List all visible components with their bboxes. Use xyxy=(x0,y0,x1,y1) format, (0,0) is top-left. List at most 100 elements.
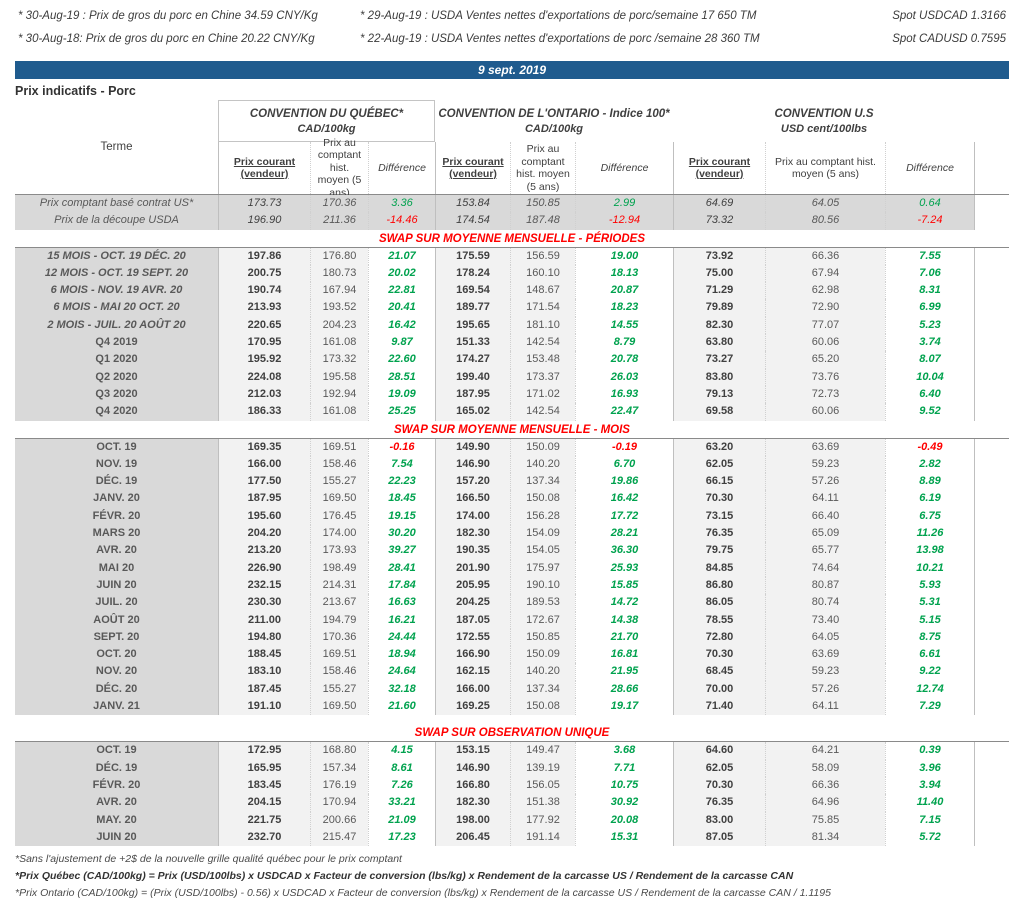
price-cell: 191.14 xyxy=(510,829,575,846)
us-convention-unit: USD cent/100lbs xyxy=(673,122,975,137)
price-cell: 80.87 xyxy=(765,577,885,594)
term-cell: SEPT. 20 xyxy=(15,629,218,646)
difference-cell: 16.81 xyxy=(575,646,673,663)
price-cell: 154.09 xyxy=(510,525,575,542)
difference-cell: 20.78 xyxy=(575,351,673,368)
price-cell: 186.33 xyxy=(218,403,310,420)
difference-cell: 9.22 xyxy=(885,663,975,680)
term-cell: Q4 2019 xyxy=(15,334,218,351)
price-cell: 204.20 xyxy=(218,525,310,542)
price-cell: 63.69 xyxy=(765,439,885,456)
term-cell: JANV. 21 xyxy=(15,698,218,715)
price-cell: 189.77 xyxy=(435,299,510,316)
price-cell: 172.95 xyxy=(218,742,310,759)
price-cell: 64.96 xyxy=(765,794,885,811)
price-cell: 157.20 xyxy=(435,473,510,490)
difference-cell: -0.16 xyxy=(368,439,435,456)
price-cell: 63.69 xyxy=(765,646,885,663)
price-cell: 66.40 xyxy=(765,508,885,525)
term-cell: NOV. 19 xyxy=(15,456,218,473)
price-cell: 200.75 xyxy=(218,265,310,282)
price-cell: 170.36 xyxy=(310,195,368,212)
difference-cell: 11.26 xyxy=(885,525,975,542)
section-rows-grid: OCT. 19172.95168.804.15153.15149.473.686… xyxy=(15,742,1009,846)
difference-cell: 39.27 xyxy=(368,542,435,559)
price-cell: 158.46 xyxy=(310,663,368,680)
price-cell: 226.90 xyxy=(218,560,310,577)
difference-cell: 18.23 xyxy=(575,299,673,316)
price-cell: 169.51 xyxy=(310,439,368,456)
difference-cell: -12.94 xyxy=(575,212,673,229)
quebec-difference-header: Différence xyxy=(368,142,435,194)
section-title: SWAP SUR MOYENNE MENSUELLE - PÉRIODES xyxy=(15,230,1009,248)
price-cell: 60.06 xyxy=(765,403,885,420)
difference-cell: 28.21 xyxy=(575,525,673,542)
difference-cell: 6.19 xyxy=(885,490,975,507)
ontario-current-price-header: Prix courant (vendeur) xyxy=(435,142,510,194)
term-cell: MAY. 20 xyxy=(15,812,218,829)
difference-cell: 25.25 xyxy=(368,403,435,420)
difference-cell: 19.86 xyxy=(575,473,673,490)
price-cell: 171.54 xyxy=(510,299,575,316)
price-cell: 180.73 xyxy=(310,265,368,282)
difference-cell: 16.42 xyxy=(368,317,435,334)
price-cell: 173.32 xyxy=(310,351,368,368)
price-cell: 206.45 xyxy=(435,829,510,846)
price-cell: 195.65 xyxy=(435,317,510,334)
price-cell: 149.90 xyxy=(435,439,510,456)
price-cell: 70.30 xyxy=(673,490,765,507)
price-cell: 73.40 xyxy=(765,612,885,629)
term-cell: JANV. 20 xyxy=(15,490,218,507)
price-cell: 71.29 xyxy=(673,282,765,299)
difference-cell: 17.72 xyxy=(575,508,673,525)
price-cell: 170.94 xyxy=(310,794,368,811)
price-cell: 73.76 xyxy=(765,369,885,386)
price-cell: 173.37 xyxy=(510,369,575,386)
price-cell: 204.15 xyxy=(218,794,310,811)
price-cell: 73.92 xyxy=(673,248,765,265)
price-cell: 190.74 xyxy=(218,282,310,299)
price-cell: 142.54 xyxy=(510,403,575,420)
price-cell: 73.27 xyxy=(673,351,765,368)
price-cell: 74.64 xyxy=(765,560,885,577)
term-column-header: Terme xyxy=(15,100,218,194)
price-cell: 183.10 xyxy=(218,663,310,680)
price-cell: 150.09 xyxy=(510,439,575,456)
price-cell: 78.55 xyxy=(673,612,765,629)
price-cell: 194.80 xyxy=(218,629,310,646)
price-cell: 190.10 xyxy=(510,577,575,594)
section-gap xyxy=(0,715,1024,724)
spot-cadusd: Spot CADUSD 0.7595 xyxy=(856,31,1006,47)
price-cell: 224.08 xyxy=(218,369,310,386)
price-cell: 176.19 xyxy=(310,777,368,794)
price-cell: 155.27 xyxy=(310,681,368,698)
difference-cell: 33.21 xyxy=(368,794,435,811)
price-cell: 169.50 xyxy=(310,490,368,507)
price-cell: 204.23 xyxy=(310,317,368,334)
footnote-quebec-formula: *Prix Québec (CAD/100kg) = Prix (USD/100… xyxy=(15,868,1009,885)
price-cell: 84.85 xyxy=(673,560,765,577)
price-cell: 81.34 xyxy=(765,829,885,846)
price-cell: 73.15 xyxy=(673,508,765,525)
difference-cell: 5.93 xyxy=(885,577,975,594)
price-cell: 170.95 xyxy=(218,334,310,351)
price-cell: 158.46 xyxy=(310,456,368,473)
difference-cell: 17.84 xyxy=(368,577,435,594)
difference-cell: 2.99 xyxy=(575,195,673,212)
price-cell: 140.20 xyxy=(510,663,575,680)
price-cell: 161.08 xyxy=(310,403,368,420)
price-cell: 211.00 xyxy=(218,612,310,629)
difference-cell: 8.75 xyxy=(885,629,975,646)
term-cell: JUIL. 20 xyxy=(15,594,218,611)
term-cell: NOV. 20 xyxy=(15,663,218,680)
difference-cell: 24.44 xyxy=(368,629,435,646)
price-cell: 59.23 xyxy=(765,456,885,473)
difference-cell: 30.20 xyxy=(368,525,435,542)
difference-cell: 12.74 xyxy=(885,681,975,698)
term-cell: OCT. 20 xyxy=(15,646,218,663)
price-cell: 161.08 xyxy=(310,334,368,351)
price-cell: 69.58 xyxy=(673,403,765,420)
price-cell: 151.33 xyxy=(435,334,510,351)
price-cell: 66.36 xyxy=(765,248,885,265)
price-cell: 181.10 xyxy=(510,317,575,334)
